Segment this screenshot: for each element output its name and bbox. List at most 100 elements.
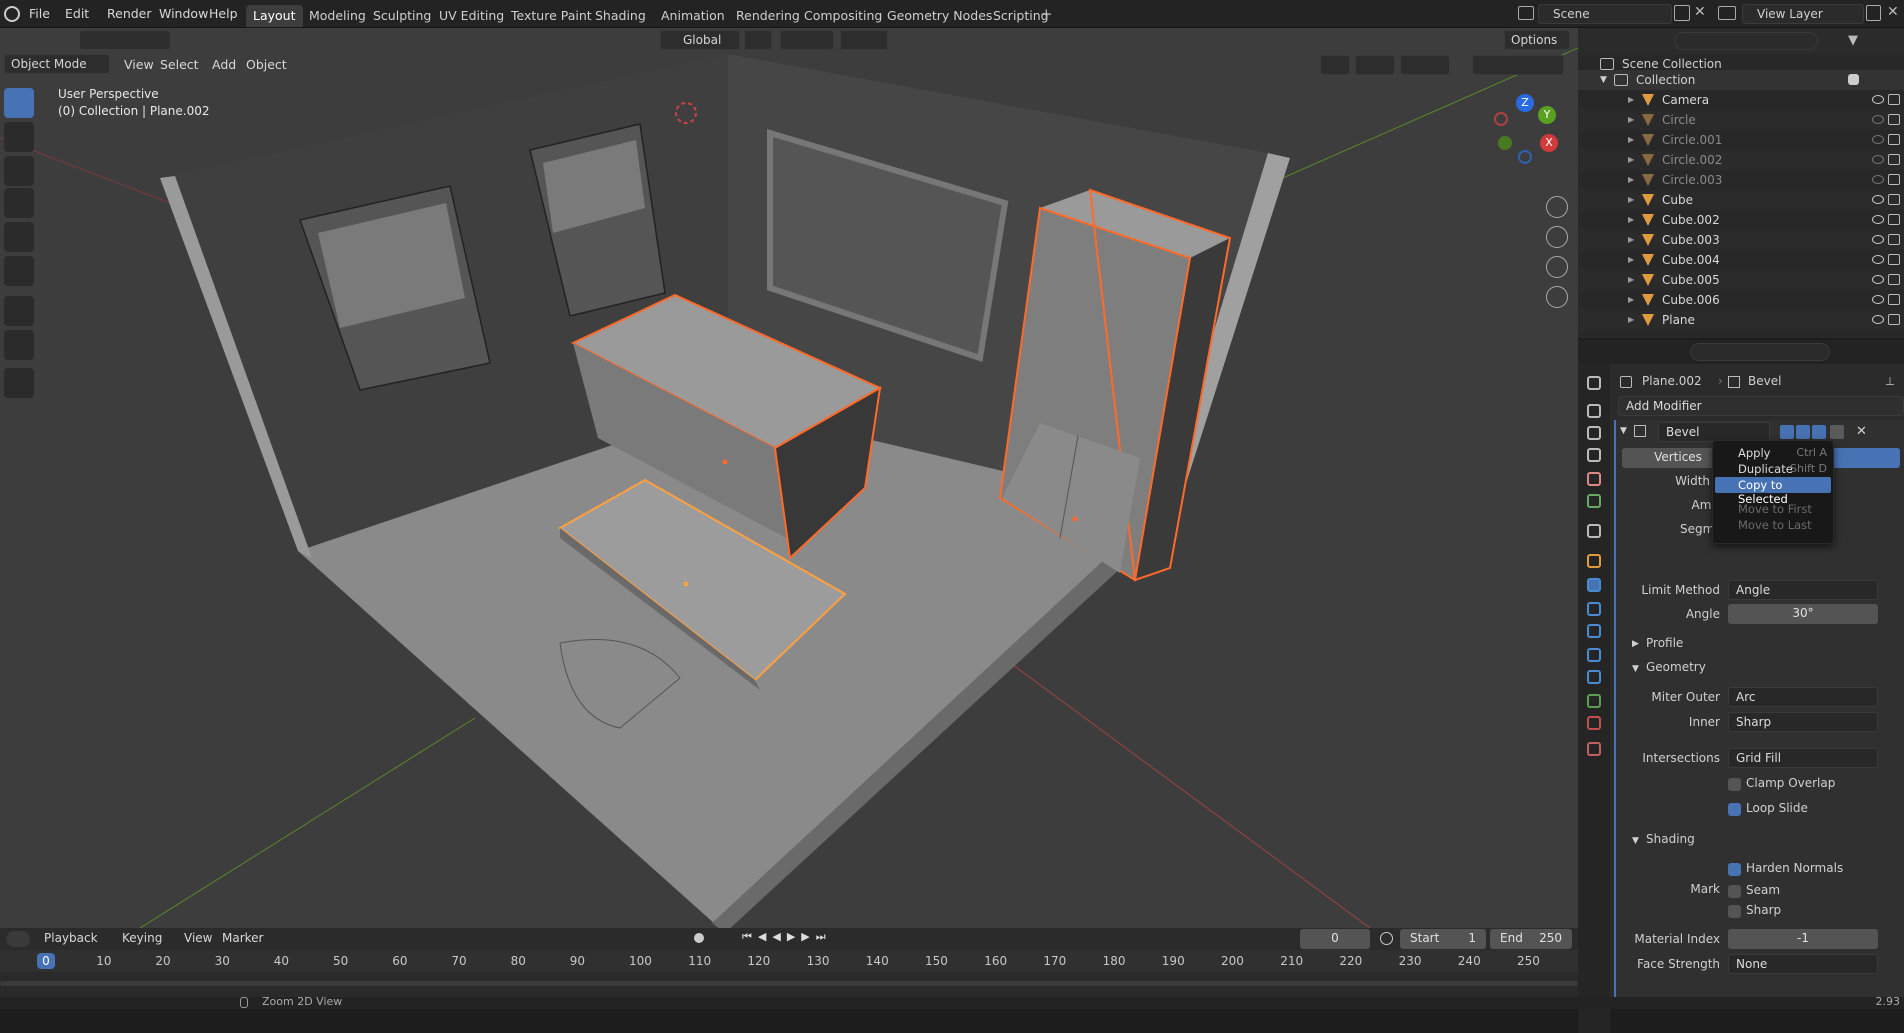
new-view-layer-icon[interactable] <box>1866 5 1881 21</box>
outliner-row[interactable]: ▶ Camera <box>1578 90 1904 110</box>
mesh-data-tab-icon[interactable] <box>1587 694 1601 708</box>
timeline-scrollbar[interactable] <box>0 981 1578 986</box>
material-index-input[interactable]: -1 <box>1728 929 1878 949</box>
eye-icon[interactable] <box>1872 135 1884 144</box>
expand-arrow-icon[interactable]: ▶ <box>1628 150 1634 170</box>
outliner-row[interactable]: ▶ Cube.005 <box>1578 270 1904 290</box>
output-tab-icon[interactable] <box>1587 426 1601 440</box>
filter-icon[interactable]: ▼ <box>1848 33 1858 48</box>
view-layer-tab-icon[interactable] <box>1587 448 1601 462</box>
collection-row[interactable]: ▼ Collection <box>1578 70 1904 90</box>
camera-render-icon[interactable] <box>1888 94 1900 105</box>
camera-render-icon[interactable] <box>1888 154 1900 165</box>
outliner-row[interactable]: ▶ Cube <box>1578 190 1904 210</box>
ortho-grid-icon[interactable] <box>1546 286 1568 308</box>
properties-search-input[interactable] <box>1690 343 1830 361</box>
tab-rendering[interactable]: Rendering <box>729 5 807 27</box>
zoom-icon[interactable] <box>1546 196 1568 218</box>
object-data-tab-icon[interactable] <box>1587 670 1601 684</box>
sharp-checkbox[interactable] <box>1728 905 1741 918</box>
expand-arrow-icon[interactable]: ▼ <box>1600 70 1607 90</box>
pan-hand-icon[interactable] <box>1546 226 1568 248</box>
view-layer-field[interactable]: View Layer <box>1742 4 1864 24</box>
render-toggle-icon[interactable] <box>1812 425 1826 439</box>
cursor-tool-button[interactable] <box>4 122 34 152</box>
add-cube-tool-button[interactable] <box>4 368 34 398</box>
timeline-menu-view[interactable]: View <box>184 931 212 945</box>
camera-render-icon[interactable] <box>1888 194 1900 205</box>
eye-icon[interactable] <box>1872 275 1884 284</box>
stopwatch-icon[interactable] <box>1380 932 1393 945</box>
viewport-menu-select[interactable]: Select <box>160 57 199 72</box>
eye-icon[interactable] <box>1872 235 1884 244</box>
overlays-toggle[interactable] <box>1400 55 1450 75</box>
eye-icon[interactable] <box>1872 95 1884 104</box>
outliner-search-input[interactable] <box>1674 32 1818 50</box>
outliner-row[interactable]: ▶ Circle <box>1578 110 1904 130</box>
eye-icon[interactable] <box>1872 255 1884 264</box>
viewport-menu-view[interactable]: View <box>124 57 154 72</box>
profile-subpanel-header[interactable]: Profile <box>1646 636 1683 650</box>
delete-view-layer-icon[interactable]: ✕ <box>1887 4 1899 20</box>
tab-uv-editing[interactable]: UV Editing <box>432 5 511 27</box>
end-frame-input[interactable]: End 250 <box>1490 929 1572 949</box>
world-tab-icon[interactable] <box>1587 494 1601 508</box>
harden-normals-checkbox[interactable] <box>1728 863 1741 876</box>
eye-icon[interactable] <box>1872 315 1884 324</box>
transform-tool-button[interactable] <box>4 256 34 286</box>
expand-arrow-icon[interactable]: ▶ <box>1628 250 1634 270</box>
expand-arrow-icon[interactable]: ▶ <box>1628 310 1634 330</box>
add-modifier-dropdown[interactable]: Add Modifier <box>1618 396 1904 416</box>
expand-arrow-icon[interactable]: ▶ <box>1628 270 1634 290</box>
modifier-menu-dropdown[interactable] <box>1830 425 1844 439</box>
collapse-arrow-icon[interactable]: ▼ <box>1620 426 1627 436</box>
3d-viewport[interactable]: Object Mode View Select Add Object Global O… <box>0 28 1578 928</box>
miter-outer-dropdown[interactable]: Arc <box>1728 687 1878 707</box>
collection-tab-icon[interactable] <box>1587 524 1601 538</box>
outliner-row[interactable]: ▶ Plane <box>1578 310 1904 330</box>
visibility-toggle[interactable] <box>1320 55 1350 75</box>
expand-arrow-icon[interactable]: ▶ <box>1628 170 1634 190</box>
intersections-dropdown[interactable]: Grid Fill <box>1728 748 1878 768</box>
loop-slide-checkbox[interactable] <box>1728 803 1741 816</box>
viewport-toggle-icon[interactable] <box>1796 425 1810 439</box>
pin-icon[interactable]: ⟂ <box>1886 374 1894 389</box>
inner-miter-dropdown[interactable]: Sharp <box>1728 712 1878 732</box>
tab-geometry-nodes[interactable]: Geometry Nodes <box>880 5 999 27</box>
context-menu-item-duplicate[interactable]: Duplicate Shift D <box>1715 461 1831 477</box>
eye-icon[interactable] <box>1872 155 1884 164</box>
constraints-tab-icon[interactable] <box>1587 648 1601 662</box>
eye-icon[interactable] <box>1872 115 1884 124</box>
expand-arrow-icon[interactable]: ▶ <box>1628 210 1634 230</box>
collection-exclude-checkbox[interactable] <box>1848 74 1859 85</box>
select-tool-button[interactable] <box>4 88 34 118</box>
gizmo-z-axis[interactable]: Z <box>1516 94 1534 112</box>
remove-modifier-icon[interactable]: ✕ <box>1856 424 1867 439</box>
camera-render-icon[interactable] <box>1888 254 1900 265</box>
scene-icon[interactable] <box>1518 6 1534 20</box>
camera-render-icon[interactable] <box>1888 274 1900 285</box>
delete-scene-icon[interactable]: ✕ <box>1694 4 1706 20</box>
editor-type-icon[interactable] <box>6 931 30 947</box>
rotate-tool-button[interactable] <box>4 188 34 218</box>
tab-sculpting[interactable]: Sculpting <box>366 5 438 27</box>
eye-icon[interactable] <box>1872 195 1884 204</box>
menu-render[interactable]: Render <box>102 4 157 24</box>
eye-icon[interactable] <box>1872 295 1884 304</box>
start-frame-input[interactable]: Start 1 <box>1400 929 1486 949</box>
timeline-menu-keying[interactable]: Keying <box>122 931 162 945</box>
gizmo-x-axis[interactable]: X <box>1540 134 1558 152</box>
tab-layout[interactable]: Layout <box>246 5 303 27</box>
object-tab-icon[interactable] <box>1587 554 1601 568</box>
expand-arrow-icon[interactable]: ▶ <box>1628 190 1634 210</box>
snap-toggle[interactable] <box>780 30 834 50</box>
camera-render-icon[interactable] <box>1888 294 1900 305</box>
outliner-row[interactable]: ▶ Cube.004 <box>1578 250 1904 270</box>
tab-shading[interactable]: Shading <box>588 5 653 27</box>
menu-file[interactable]: File <box>24 4 55 24</box>
navigation-gizmo[interactable]: Z Y X <box>1494 94 1558 184</box>
scale-tool-button[interactable] <box>4 222 34 252</box>
viewport-menu-add[interactable]: Add <box>212 57 236 72</box>
proportional-edit-toggle[interactable] <box>840 30 888 50</box>
eye-icon[interactable] <box>1872 175 1884 184</box>
